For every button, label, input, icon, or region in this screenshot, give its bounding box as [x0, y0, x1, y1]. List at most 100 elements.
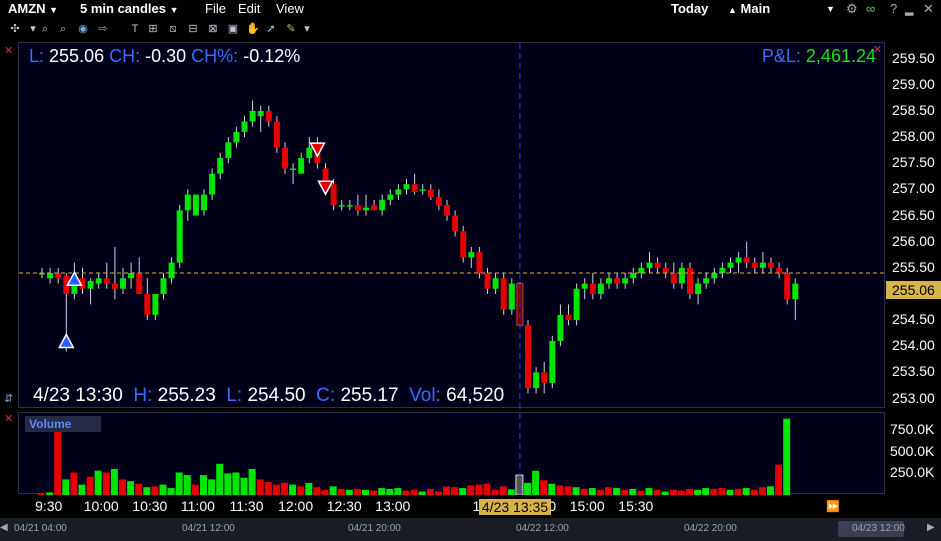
volume-chart-svg[interactable] [19, 413, 886, 495]
candle [678, 267, 685, 284]
rectangle-tool-icon[interactable]: ▣ [226, 22, 240, 36]
candle [95, 278, 102, 284]
candle [468, 252, 475, 258]
volume-bar [564, 486, 572, 495]
hover-low-value: 254.50 [247, 385, 306, 406]
brush-tool-icon[interactable]: ✎ [284, 22, 298, 36]
volume-bar [191, 484, 199, 495]
crosshair-tool-icon[interactable]: ✣ [8, 22, 22, 36]
interval-selector[interactable]: 5 min candles ▼ [80, 1, 179, 16]
close-panel-icon[interactable]: ✕ [4, 412, 13, 425]
candle [55, 273, 62, 279]
time-tick-label: 10:30 [132, 498, 168, 514]
candle [136, 273, 143, 294]
layout-selector[interactable]: ▲ Main [728, 1, 770, 16]
price-axis[interactable]: 259.50 259.00 258.50 258.00 257.50 257.00 256.… [886, 42, 941, 494]
scroll-right-icon[interactable]: ▶ [927, 522, 937, 536]
candle [776, 267, 783, 274]
volume-bar [143, 487, 151, 495]
price-tick-label: 257.50 [892, 154, 935, 171]
target-icon[interactable]: ◉ [76, 22, 90, 36]
candle [646, 262, 653, 268]
timeline-scrollbar[interactable]: ◀ ▶ 04/21 04:00 04/21 12:00 04/21 20:00 … [0, 518, 941, 541]
volume-bar [459, 488, 467, 495]
price-tick-label: 253.50 [892, 363, 935, 380]
volume-bar [135, 483, 143, 495]
candle [614, 278, 621, 284]
menu-file[interactable]: File [205, 1, 226, 16]
hover-volume-value: 64,520 [446, 385, 505, 406]
layout-dropdown-icon[interactable]: ▼ [826, 4, 835, 14]
candle [47, 273, 54, 279]
channel-tool-icon[interactable]: ⊠ [206, 22, 220, 36]
candle [703, 278, 710, 284]
candle [638, 267, 645, 274]
price-chart-svg[interactable] [19, 43, 886, 409]
candle [273, 121, 280, 148]
scroll-left-icon[interactable]: ◀ [0, 522, 10, 536]
volume-bar [86, 476, 94, 495]
measure-tool-icon[interactable]: ⊞ [146, 22, 160, 36]
candle [201, 194, 207, 211]
candle [338, 205, 345, 207]
symbol-selector[interactable]: AMZN ▼ [8, 1, 58, 16]
volume-bar [127, 481, 135, 495]
trendline-tool-icon[interactable]: ⧅ [166, 22, 180, 36]
hover-volume-label: Vol: [409, 385, 441, 406]
menu-edit[interactable]: Edit [238, 1, 260, 16]
close-icon[interactable]: ✕ [923, 1, 934, 17]
panel-resize-icon[interactable]: ⇵ [4, 392, 13, 405]
candle [452, 215, 459, 232]
candle [419, 189, 426, 191]
price-tick-label: 254.00 [892, 337, 935, 354]
arrow-right-icon[interactable]: ⇨ [96, 22, 110, 36]
price-chart-panel[interactable]: L: 255.06 CH: -0.30 CH%: -0.12% P&L: 2,4… [18, 42, 886, 409]
volume-bar [540, 480, 548, 495]
change-value: -0.30 [145, 46, 187, 66]
volume-bar [410, 489, 418, 495]
last-value: 255.06 [49, 46, 105, 66]
candle [176, 210, 183, 263]
text-tool-icon[interactable]: T [128, 22, 142, 36]
price-tick-label: 257.00 [892, 180, 935, 197]
volume-bar [183, 475, 191, 495]
time-tick-label: 15:00 [569, 498, 605, 514]
volume-bar [386, 488, 394, 495]
volume-bar [613, 488, 621, 495]
volume-bar [645, 488, 653, 495]
price-tick-label: 259.50 [892, 49, 935, 66]
candle [460, 231, 467, 258]
pointer-tool-icon[interactable]: ➚ [264, 22, 278, 36]
volume-bar [313, 487, 321, 495]
price-tick-label: 258.00 [892, 128, 935, 145]
period-selector[interactable]: Today [671, 1, 708, 16]
chevron-right-icon[interactable]: ⏩ [826, 500, 840, 513]
zoom-in-icon[interactable]: ⌕ [38, 22, 52, 36]
candle [727, 262, 734, 268]
volume-panel[interactable]: Volume [18, 412, 886, 495]
candle [792, 283, 799, 300]
volume-bar [524, 482, 531, 495]
dropdown-icon[interactable]: ▾ [300, 22, 314, 36]
volume-bar [345, 489, 353, 495]
candle [282, 147, 288, 169]
candle [87, 280, 94, 289]
fibonacci-tool-icon[interactable]: ⊟ [186, 22, 200, 36]
close-panel-icon[interactable]: ✕ [4, 44, 13, 57]
time-axis[interactable]: 9:30 10:00 10:30 11:00 11:30 12:00 12:30 13:00 1… [0, 496, 941, 518]
hand-tool-icon[interactable]: ✋ [246, 22, 260, 36]
volume-bar [38, 493, 45, 495]
volume-bar [443, 486, 450, 495]
volume-bar [175, 472, 183, 495]
minimize-icon[interactable]: ▂ [905, 3, 913, 16]
zoom-out-icon[interactable]: ⌕ [56, 22, 70, 36]
volume-bar [119, 479, 126, 495]
question-icon[interactable]: ? [890, 1, 897, 16]
volume-bar [702, 488, 710, 495]
candle [403, 184, 410, 190]
menu-view[interactable]: View [276, 1, 304, 16]
candle [103, 278, 110, 284]
link-icon[interactable]: ∞ [866, 1, 875, 16]
close-panel-icon[interactable]: ✕ [873, 43, 882, 56]
gear-icon[interactable]: ⚙ [846, 1, 858, 17]
